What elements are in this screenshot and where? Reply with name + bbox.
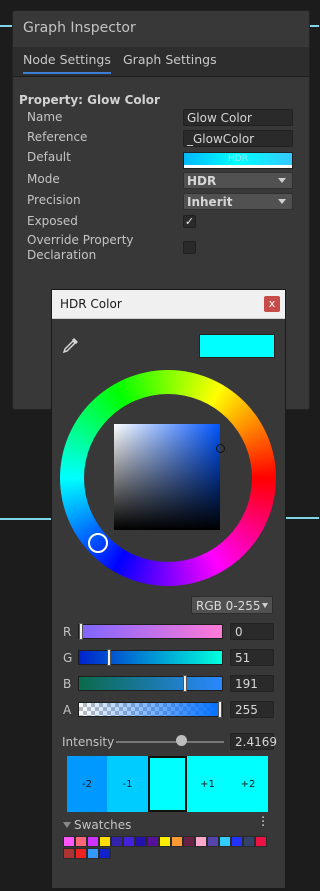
channel-b-label: B (63, 677, 72, 691)
color-mode-value: RGB 0-255 (196, 599, 261, 613)
mode-label: Mode (27, 172, 60, 186)
intensity-thumb[interactable] (176, 735, 187, 746)
stop-plus-1[interactable]: +1 (187, 756, 228, 812)
channel-g-value[interactable]: 51 (230, 649, 274, 666)
stop-minus-2[interactable]: -2 (67, 756, 107, 812)
color-swatch[interactable] (147, 836, 159, 847)
tab-graph-settings[interactable]: Graph Settings (123, 52, 217, 72)
override-label: Override Property Declaration (27, 233, 134, 263)
exposed-checkbox[interactable]: ✓ (183, 215, 196, 228)
precision-label: Precision (27, 193, 81, 207)
tab-node-settings[interactable]: Node Settings (23, 52, 111, 74)
mode-dropdown-value: HDR (187, 174, 217, 188)
override-label-line1: Override Property (27, 233, 134, 247)
graph-edge (0, 518, 52, 520)
swatches-header[interactable]: Swatches (63, 818, 131, 832)
color-swatch[interactable] (207, 836, 219, 847)
color-swatch[interactable] (219, 836, 231, 847)
mode-dropdown[interactable]: HDR (183, 172, 293, 189)
hdr-swatch-text: HDR (228, 154, 248, 164)
color-swatch[interactable] (123, 836, 135, 847)
precision-dropdown-value: Inherit (187, 195, 233, 209)
channel-g-slider[interactable] (78, 650, 223, 665)
color-swatch[interactable] (183, 836, 195, 847)
close-button[interactable]: x (264, 296, 280, 312)
default-label: Default (27, 150, 71, 164)
chevron-down-icon (262, 603, 268, 608)
eyedropper-icon[interactable] (62, 336, 80, 354)
color-swatch[interactable] (99, 836, 111, 847)
inspector-tabs: Node Settings Graph Settings (13, 47, 309, 77)
color-swatch[interactable] (231, 836, 243, 847)
alpha-gradient (79, 703, 222, 716)
hdr-title-bar[interactable]: HDR Color x (52, 290, 285, 319)
exposure-stops: -2 -1 +1 +2 (67, 756, 268, 812)
precision-dropdown[interactable]: Inherit (183, 193, 293, 210)
color-swatch[interactable] (135, 836, 147, 847)
color-swatch[interactable] (63, 836, 75, 847)
property-heading: Property: Glow Color (19, 93, 160, 107)
color-swatch[interactable] (87, 848, 99, 859)
sv-marker[interactable] (216, 444, 225, 453)
reference-label: Reference (27, 130, 88, 144)
color-mode-dropdown[interactable]: RGB 0-255 (191, 596, 273, 614)
hdr-color-window: HDR Color x RGB 0-255 R 0 G 51 B 191 A 2… (51, 289, 286, 889)
chevron-down-icon (278, 199, 286, 204)
name-label: Name (27, 110, 63, 124)
alpha-bar (184, 165, 292, 168)
channel-r-slider[interactable] (78, 624, 223, 639)
default-color-swatch[interactable]: HDR (183, 152, 293, 169)
color-swatch[interactable] (159, 836, 171, 847)
channel-a-handle[interactable] (218, 701, 222, 718)
channel-b-slider[interactable] (78, 676, 223, 691)
exposed-label: Exposed (27, 214, 78, 228)
channel-a-value[interactable]: 255 (230, 701, 274, 718)
stop-plus-2[interactable]: +2 (228, 756, 268, 812)
channel-g-handle[interactable] (106, 649, 111, 666)
color-swatch[interactable] (243, 836, 255, 847)
stop-current[interactable] (148, 756, 187, 812)
stop-minus-1[interactable]: -1 (107, 756, 148, 812)
channel-b-handle[interactable] (183, 675, 188, 692)
color-swatch[interactable] (63, 848, 75, 859)
color-swatch[interactable] (75, 836, 87, 847)
color-swatch[interactable] (75, 848, 87, 859)
channel-a-slider[interactable] (78, 702, 223, 717)
channel-r-handle[interactable] (79, 623, 83, 640)
color-swatch[interactable] (255, 836, 267, 847)
color-preview (199, 334, 275, 358)
foldout-arrow-icon (63, 822, 71, 828)
override-label-line2: Declaration (27, 248, 97, 262)
intensity-label: Intensity (62, 735, 115, 749)
intensity-track[interactable] (116, 741, 224, 743)
color-swatch[interactable] (87, 836, 99, 847)
channel-b-value[interactable]: 191 (230, 675, 274, 692)
channel-r-label: R (63, 625, 72, 639)
saturation-value-square[interactable] (114, 424, 220, 530)
color-swatch[interactable] (111, 836, 123, 847)
color-swatch[interactable] (99, 848, 111, 859)
hue-marker[interactable] (88, 533, 108, 553)
graph-edge (284, 517, 319, 519)
name-field[interactable]: Glow Color (183, 109, 293, 126)
channel-a-label: A (63, 703, 72, 717)
swatches-label: Swatches (74, 818, 132, 832)
intensity-value[interactable]: 2.4169 (230, 733, 277, 750)
color-swatch[interactable] (171, 836, 183, 847)
override-checkbox[interactable] (183, 241, 196, 254)
color-swatch[interactable] (195, 836, 207, 847)
more-options-icon[interactable]: · · · (261, 812, 265, 833)
reference-field[interactable]: _GlowColor (183, 130, 293, 147)
chevron-down-icon (278, 178, 286, 183)
inspector-title: Graph Inspector (23, 20, 136, 36)
hdr-title: HDR Color (60, 297, 122, 311)
channel-g-label: G (63, 651, 73, 665)
channel-r-value[interactable]: 0 (230, 623, 274, 640)
